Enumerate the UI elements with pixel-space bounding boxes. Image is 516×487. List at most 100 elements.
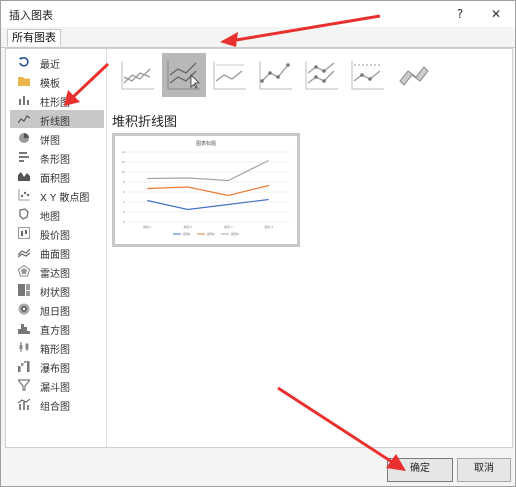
sidebar-item-label: 面积图	[40, 174, 70, 185]
sidebar-item-area[interactable]: 面积图	[10, 167, 104, 185]
y-tick-label: 0	[123, 220, 125, 224]
3d-line-subtype-icon	[399, 66, 429, 86]
close-button[interactable]: ✕	[485, 5, 507, 23]
histogram-chart-icon	[18, 324, 30, 334]
radar-chart-icon	[18, 265, 30, 277]
series-line	[147, 184, 269, 197]
tab-all-charts[interactable]: 所有图表	[7, 29, 61, 46]
sidebar-item-label: 直方图	[40, 326, 70, 337]
legend-label: 系列1	[183, 231, 191, 236]
sidebar-item-label: 树状图	[40, 288, 70, 299]
sidebar-item-template[interactable]: 模板	[10, 72, 104, 90]
percent-stacked-line-markers-subtype-icon	[351, 61, 384, 90]
x-tick-label: 类别 4	[264, 224, 273, 229]
sidebar-item-label: 箱形图	[40, 345, 70, 356]
cancel-button[interactable]: 取消	[457, 458, 511, 482]
y-tick-label: 6	[123, 190, 125, 194]
ok-button[interactable]: 确定	[387, 458, 453, 482]
sidebar-item-sunburst[interactable]: 旭日图	[10, 300, 104, 318]
surface-chart-icon	[18, 248, 30, 258]
sidebar-item-line[interactable]: 折线图	[10, 110, 104, 128]
bar-chart-icon	[19, 152, 29, 162]
x-tick-label: 类别 2	[183, 224, 192, 229]
dialog-content: 最近 模板 柱形图 折线图 饼图 条形图 面积图 X Y 散点图 地图 股价图 …	[5, 48, 513, 448]
funnel-chart-icon	[18, 379, 30, 391]
sidebar-item-surface[interactable]: 曲面图	[10, 243, 104, 261]
sidebar-item-funnel[interactable]: 漏斗图	[10, 376, 104, 394]
percent-stacked-line-subtype-icon	[213, 61, 246, 90]
sidebar-item-pie[interactable]: 饼图	[10, 129, 104, 147]
x-tick-label: 类别 3	[224, 224, 233, 229]
sidebar-item-label: 股价图	[40, 231, 70, 242]
sidebar-item-label: 条形图	[40, 155, 70, 166]
stacked-line-subtype-icon	[167, 61, 200, 90]
sidebar-item-histogram[interactable]: 直方图	[10, 319, 104, 337]
sidebar-item-waterfall[interactable]: 瀑布图	[10, 357, 104, 375]
stock-chart-icon	[18, 227, 30, 239]
selected-subtype-title: 堆积折线图	[112, 115, 178, 130]
recent-icon	[19, 57, 29, 67]
sidebar-item-label: 模板	[40, 79, 60, 90]
sidebar-item-recent[interactable]: 最近	[10, 53, 104, 71]
preview-chart-title: 图表标题	[196, 140, 216, 147]
insert-chart-dialog: 插入图表 ? ✕ 所有图表 最近 模板 柱形图 折线图 饼图 条形图 面积图 X…	[0, 0, 516, 487]
sidebar-item-label: 折线图	[40, 117, 70, 128]
subtype-stacked-line[interactable]	[162, 53, 206, 97]
sunburst-chart-icon	[18, 303, 30, 315]
title-bar: 插入图表 ? ✕	[1, 1, 515, 27]
y-tick-label: 14	[122, 150, 126, 154]
area-chart-icon	[18, 172, 30, 181]
line-subtype-icon	[121, 61, 154, 90]
help-button[interactable]: ?	[449, 5, 471, 23]
chart-category-sidebar: 最近 模板 柱形图 折线图 饼图 条形图 面积图 X Y 散点图 地图 股价图 …	[6, 49, 107, 447]
preview-chart: 图表标题 0 2 4 6 8 10 12 14 类别 1 类别 2 类别 3 类别 4 系列1 系列2 系列…	[122, 140, 289, 236]
sidebar-item-label: 组合图	[40, 402, 70, 413]
y-tick-label: 10	[122, 170, 126, 174]
sidebar-item-label: 旭日图	[40, 307, 70, 318]
line-chart-icon	[18, 115, 30, 124]
subtype-stacked-line-markers[interactable]	[300, 53, 344, 97]
legend-label: 系列2	[207, 231, 215, 236]
template-folder-icon	[18, 77, 30, 86]
subtype-percent-stacked-line[interactable]	[208, 53, 252, 97]
y-tick-label: 4	[123, 200, 125, 204]
sidebar-item-stock[interactable]: 股价图	[10, 224, 104, 242]
waterfall-chart-icon	[18, 361, 30, 372]
series-line	[147, 159, 270, 182]
sidebar-item-label: 饼图	[40, 136, 60, 147]
sidebar-item-label: X Y 散点图	[40, 193, 90, 204]
sidebar-item-box-whisker[interactable]: 箱形图	[10, 338, 104, 356]
sidebar-item-radar[interactable]: 雷达图	[10, 262, 104, 280]
subtype-3d-line[interactable]	[392, 53, 436, 97]
column-chart-icon	[19, 96, 29, 105]
sidebar-item-label: 瀑布图	[40, 364, 70, 375]
sidebar-item-scatter[interactable]: X Y 散点图	[10, 186, 104, 204]
legend-label: 系列3	[231, 231, 239, 236]
sidebar-item-label: 柱形图	[40, 98, 70, 109]
sidebar-item-label: 漏斗图	[40, 383, 70, 394]
scatter-chart-icon	[18, 189, 30, 201]
subtype-line[interactable]	[116, 53, 160, 97]
sidebar-item-label: 地图	[40, 212, 60, 223]
subtype-percent-stacked-line-markers[interactable]	[346, 53, 390, 97]
series-line	[147, 198, 269, 211]
stacked-line-markers-subtype-icon	[305, 61, 338, 90]
sidebar-item-combo[interactable]: 组合图	[10, 395, 104, 413]
y-tick-label: 12	[122, 160, 126, 164]
map-chart-icon	[19, 208, 29, 220]
treemap-chart-icon	[18, 284, 30, 296]
combo-chart-icon	[18, 398, 30, 410]
sidebar-item-map[interactable]: 地图	[10, 205, 104, 223]
line-markers-subtype-icon	[259, 61, 292, 90]
subtype-line-markers[interactable]	[254, 53, 298, 97]
sidebar-item-treemap[interactable]: 树状图	[10, 281, 104, 299]
sidebar-item-bar[interactable]: 条形图	[10, 148, 104, 166]
dialog-title: 插入图表	[9, 9, 53, 22]
sidebar-item-label: 最近	[40, 60, 60, 71]
sidebar-item-column[interactable]: 柱形图	[10, 91, 104, 109]
y-tick-label: 2	[123, 210, 125, 214]
sidebar-item-label: 雷达图	[40, 269, 70, 280]
sidebar-item-label: 曲面图	[40, 250, 70, 261]
tab-bar	[1, 27, 515, 48]
chart-preview[interactable]: 图表标题 0 2 4 6 8 10 12 14 类别 1 类别 2 类别 3 类别 4 系列1 系列2 系列…	[112, 133, 300, 247]
